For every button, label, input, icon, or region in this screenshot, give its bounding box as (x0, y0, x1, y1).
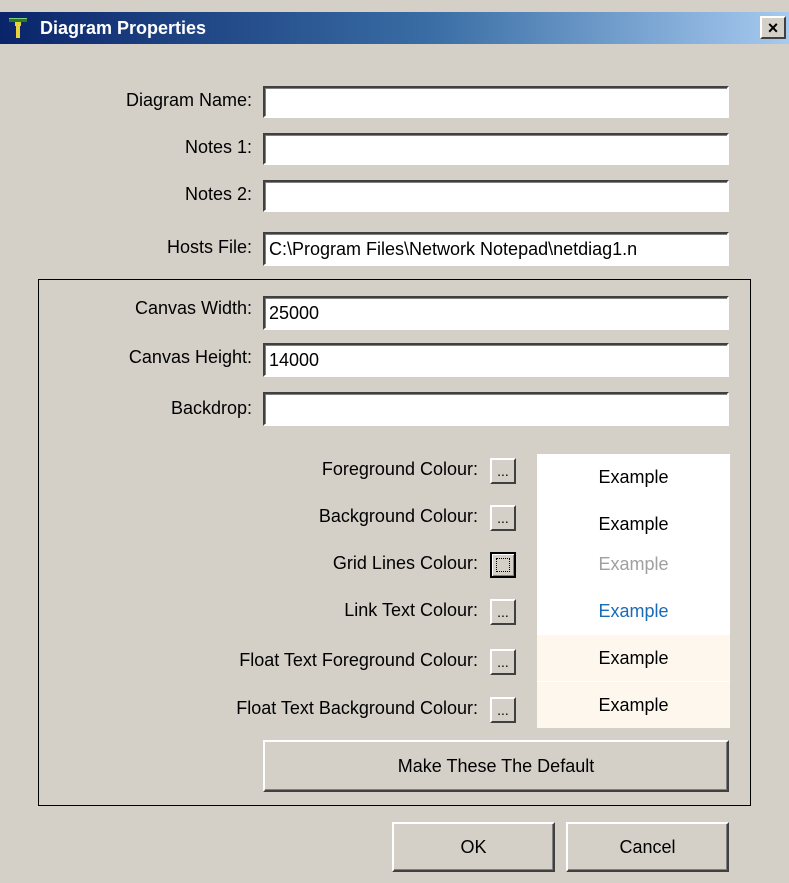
canvas-height-label: Canvas Height: (128, 347, 252, 367)
link-text-example: Example (537, 588, 730, 634)
hosts-file-label: Hosts File: (166, 237, 252, 257)
grid-lines-colour-button[interactable] (490, 552, 516, 578)
float-text-background-colour-label: Float Text Background Colour: (236, 698, 478, 718)
link-text-colour-label: Link Text Colour: (344, 600, 478, 620)
notes2-label: Notes 2: (184, 184, 252, 204)
grid-lines-example: Example (537, 541, 730, 587)
backdrop-label: Backdrop: (170, 398, 252, 418)
float-text-foreground-example: Example (537, 635, 730, 681)
notes1-input[interactable] (263, 133, 729, 165)
canvas-width-input[interactable]: 25000 (263, 296, 729, 330)
colour-preview-panel: Example Example Example Example Example … (537, 454, 730, 728)
ok-button[interactable]: OK (392, 822, 555, 872)
notes2-input[interactable] (263, 180, 729, 212)
dialog-title: Diagram Properties (40, 18, 207, 38)
diagram-properties-dialog: Diagram Properties × Diagram Name: Notes… (0, 0, 789, 883)
backdrop-input[interactable] (263, 392, 729, 426)
float-text-foreground-colour-button[interactable]: ... (490, 649, 516, 675)
title-bar[interactable]: Diagram Properties × (0, 12, 789, 44)
network-notepad-icon (9, 18, 27, 38)
diagram-name-input[interactable] (263, 86, 729, 118)
cancel-button[interactable]: Cancel (566, 822, 729, 872)
canvas-height-input[interactable]: 14000 (263, 343, 729, 377)
link-text-colour-button[interactable]: ... (490, 599, 516, 625)
foreground-colour-label: Foreground Colour: (321, 459, 478, 479)
notes1-label: Notes 1: (184, 137, 252, 157)
foreground-colour-button[interactable]: ... (490, 458, 516, 484)
float-text-foreground-colour-label: Float Text Foreground Colour: (239, 650, 478, 670)
background-colour-button[interactable]: ... (490, 505, 516, 531)
float-text-background-example: Example (537, 682, 730, 728)
make-default-button[interactable]: Make These The Default (263, 740, 729, 792)
canvas-width-label: Canvas Width: (134, 298, 252, 318)
foreground-example: Example (537, 454, 730, 500)
hosts-file-input[interactable]: C:\Program Files\Network Notepad\netdiag… (263, 232, 729, 266)
background-colour-label: Background Colour: (318, 506, 478, 526)
diagram-name-label: Diagram Name: (125, 90, 252, 110)
focus-indicator (496, 558, 510, 572)
close-button[interactable]: × (760, 16, 786, 39)
float-text-background-colour-button[interactable]: ... (490, 697, 516, 723)
grid-lines-colour-label: Grid Lines Colour: (332, 553, 478, 573)
